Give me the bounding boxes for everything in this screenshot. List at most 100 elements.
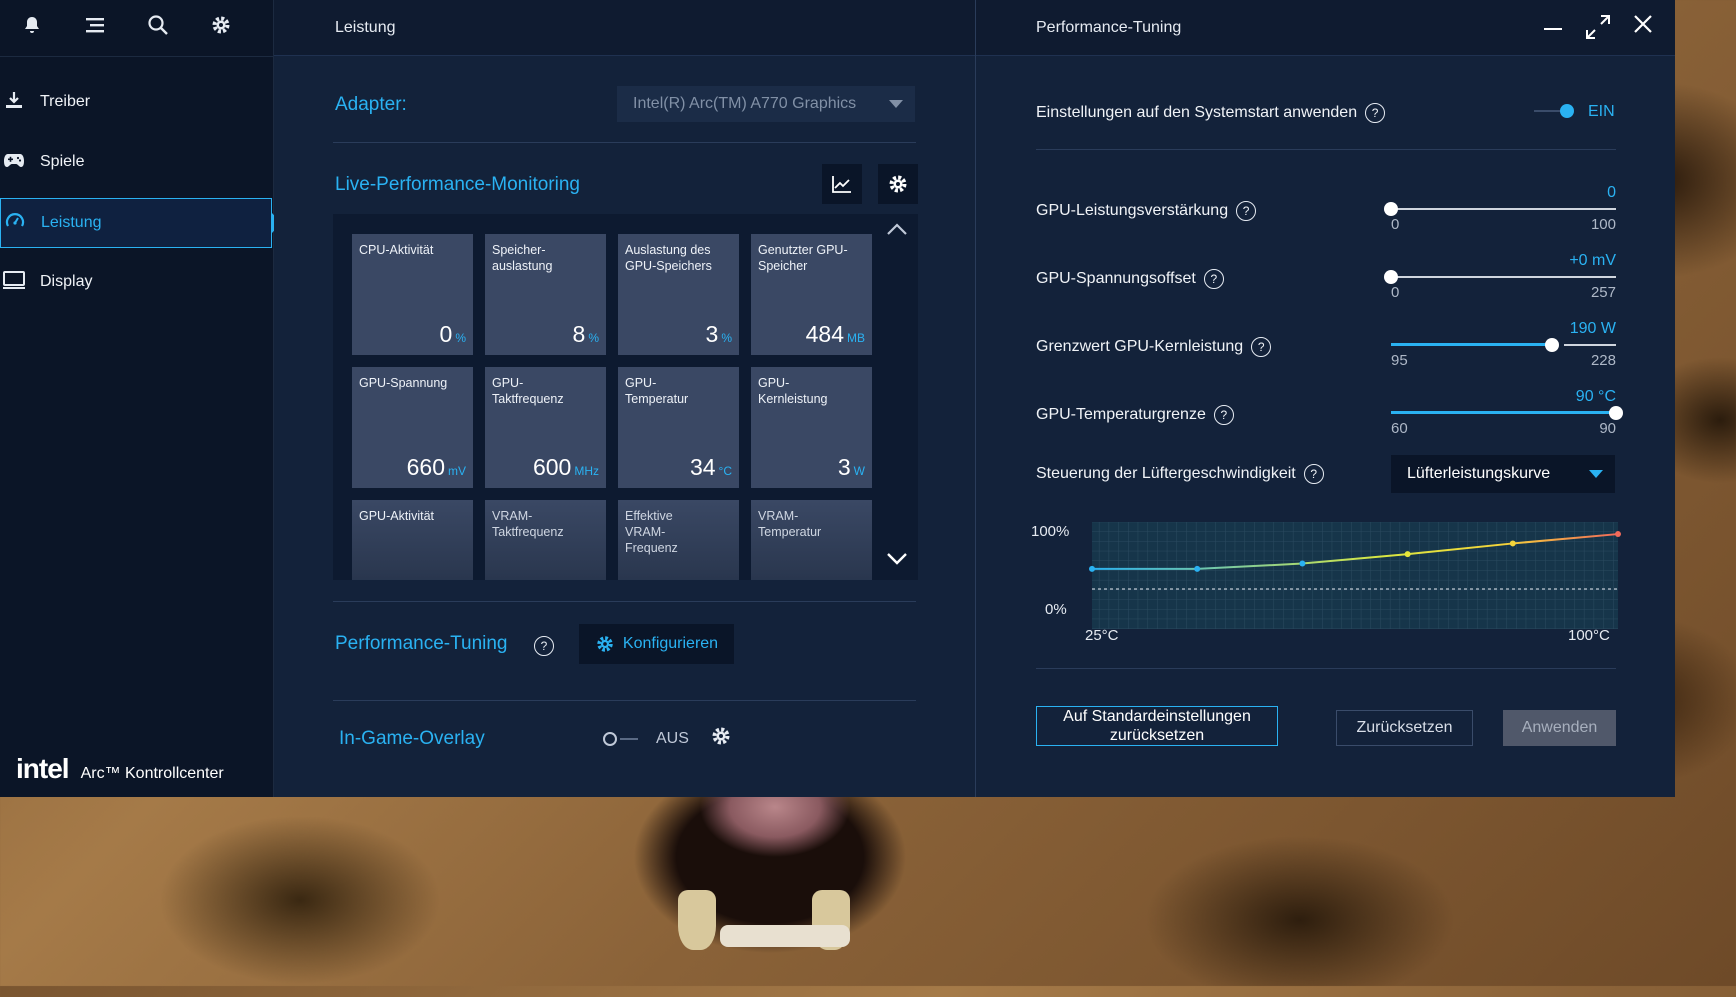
help-icon[interactable]: ? (1203, 269, 1224, 289)
apply-button[interactable]: Anwenden (1503, 710, 1616, 746)
background-photo-tongue (700, 797, 850, 867)
help-icon[interactable]: ? (1236, 201, 1257, 221)
help-icon[interactable]: ? (534, 636, 554, 656)
slider-handle[interactable] (1384, 202, 1398, 216)
background-photo-teeth (720, 925, 850, 947)
slider-label-row: Grenzwert GPU-Kernleistung? (1036, 337, 1272, 357)
background-photo-fang (678, 890, 716, 950)
tile-title: CPU-Aktivität (359, 243, 434, 257)
divider (333, 601, 916, 602)
help-icon[interactable]: ? (1213, 405, 1234, 425)
sidebar-item-label: Leistung (41, 214, 102, 231)
chevron-up-icon (887, 223, 907, 235)
help-icon[interactable]: ? (1303, 464, 1324, 484)
overlay-toggle[interactable] (603, 731, 645, 747)
close-button[interactable] (1633, 14, 1653, 46)
expand-icon (1586, 15, 1610, 39)
window-controls (1543, 14, 1653, 46)
scroll-up-button[interactable] (886, 220, 908, 241)
monitoring-settings-button[interactable] (878, 164, 918, 204)
fan-curve-point[interactable] (1299, 560, 1306, 567)
fan-curve-chart[interactable]: 100% 0% 25°C 100°C (1031, 512, 1621, 647)
fan-curve-point[interactable] (1615, 531, 1621, 538)
bell-icon[interactable] (0, 15, 63, 41)
gpu-boost-slider[interactable]: 0 0 100 (1384, 184, 1616, 234)
gear-icon (712, 727, 730, 745)
slider-value: +0 mV (1569, 252, 1616, 269)
slider-handle[interactable] (1384, 270, 1398, 284)
temperature-limit-slider[interactable]: 90 °C 60 90 (1391, 388, 1623, 438)
fan-curve-point[interactable] (1404, 551, 1411, 558)
metric-tile[interactable]: GPU- Kernleistung 3W (751, 367, 872, 488)
power-limit-slider[interactable]: 190 W 95 228 (1391, 320, 1616, 370)
fan-curve-point[interactable] (1509, 540, 1516, 547)
divider (333, 142, 916, 143)
chart-y-top-label: 100% (1031, 523, 1069, 540)
sidebar-item-label: Spiele (40, 153, 85, 170)
sidebar-item-display[interactable]: Display (0, 258, 273, 306)
configure-label: Konfigurieren (622, 635, 719, 652)
tile-value: 660 mV (406, 454, 466, 480)
sidebar-item-treiber[interactable]: Treiber (0, 78, 273, 126)
help-icon[interactable]: ? (1251, 337, 1272, 357)
slider-label-row: GPU-Spannungsoffset? (1036, 269, 1224, 289)
overlay-state: AUS (656, 730, 689, 747)
startup-toggle[interactable] (1534, 103, 1574, 119)
performance-tuning-title: Performance-Tuning (335, 633, 508, 654)
reset-button[interactable]: Zurücksetzen (1336, 710, 1473, 746)
slider-max: 228 (1590, 352, 1616, 369)
metric-tile[interactable]: VRAM- Temperatur (751, 500, 872, 580)
adapter-row: Adapter: Intel(R) Arc(TM) A770 Graphics (335, 86, 919, 126)
slider-label-row: GPU-Temperaturgrenze? (1036, 405, 1234, 425)
slider-max: 90 (1599, 420, 1616, 437)
voltage-offset-slider[interactable]: +0 mV 0 257 (1384, 252, 1616, 302)
divider (333, 700, 916, 701)
tile-title: GPU- Taktfrequenz (492, 376, 564, 406)
metric-tile[interactable]: VRAM- Taktfrequenz (485, 500, 606, 580)
gear-icon[interactable] (189, 14, 252, 42)
metric-tile[interactable]: CPU-Aktivität 0% (352, 234, 473, 355)
fan-curve-point[interactable] (1194, 565, 1201, 572)
metric-tile[interactable]: Speicher- auslastung 8% (485, 234, 606, 355)
minimize-button[interactable] (1543, 14, 1563, 46)
fan-curve-point[interactable] (1089, 565, 1095, 572)
sidebar-item-leistung[interactable]: Leistung (0, 198, 281, 248)
brand: intel Arc™ Kontrollcenter (16, 753, 224, 785)
chart-button[interactable] (822, 164, 862, 204)
startup-label: Einstellungen auf den Systemstart anwend… (1036, 104, 1358, 122)
fan-control-row: Steuerung der Lüftergeschwindigkeit? (1036, 464, 1324, 484)
help-icon[interactable]: ? (1365, 103, 1386, 123)
chevron-down-icon (889, 100, 903, 108)
metric-tile[interactable]: GPU-Spannung 660 mV (352, 367, 473, 488)
gear-icon (889, 175, 907, 193)
sidebar-item-spiele[interactable]: Spiele (0, 138, 273, 186)
configure-button[interactable]: Konfigurieren (579, 624, 734, 664)
tile-value: 600 MHz (532, 454, 599, 480)
tile-value: 8% (572, 321, 599, 347)
metric-tile[interactable]: Auslastung des GPU-Speichers 3% (618, 234, 739, 355)
fan-mode-select[interactable]: Lüfterleistungskurve (1391, 455, 1615, 493)
maximize-button[interactable] (1585, 14, 1611, 46)
download-icon (2, 90, 26, 115)
overlay-settings-button[interactable] (710, 725, 732, 752)
tile-title: VRAM- Temperatur (758, 509, 822, 539)
search-icon[interactable] (126, 14, 189, 42)
metric-tile[interactable]: GPU- Temperatur 34 °C (618, 367, 739, 488)
metric-tile[interactable]: Genutzter GPU-Speicher 484 MB (751, 234, 872, 355)
monitor-icon (2, 270, 26, 295)
menu-icon[interactable] (63, 15, 126, 41)
restore-defaults-button[interactable]: Auf Standardeinstellungen zurücksetzen (1036, 706, 1278, 746)
tile-title: GPU- Temperatur (625, 376, 689, 406)
slider-handle[interactable] (1545, 338, 1559, 352)
slider-min: 95 (1391, 352, 1408, 369)
slider-min: 0 (1391, 284, 1400, 301)
metric-tile[interactable]: GPU- Taktfrequenz 600 MHz (485, 367, 606, 488)
sidebar-toolbar (0, 0, 273, 57)
metric-tile[interactable]: Effektive VRAM- Frequenz (618, 500, 739, 580)
metric-tile[interactable]: GPU-Aktivität (352, 500, 473, 580)
adapter-select[interactable]: Intel(R) Arc(TM) A770 Graphics (617, 86, 915, 122)
chevron-down-icon (1589, 470, 1603, 478)
slider-value: 0 (1607, 184, 1616, 201)
slider-handle[interactable] (1609, 406, 1623, 420)
scroll-down-button[interactable] (886, 550, 908, 571)
